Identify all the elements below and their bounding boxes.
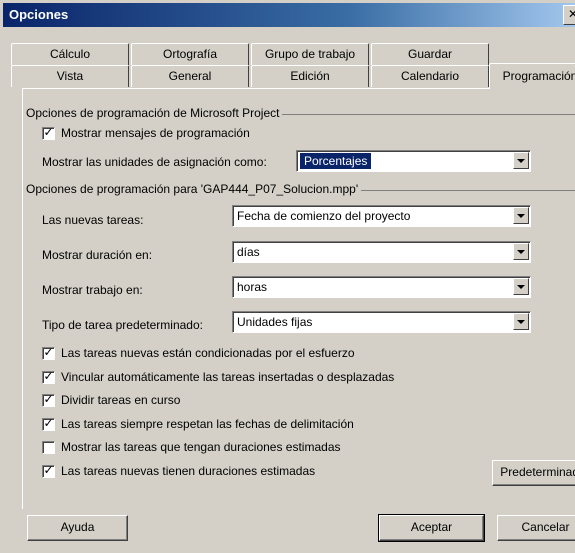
check-mark-icon: ✓: [43, 345, 54, 359]
task-type-label: Tipo de tarea predeterminado:: [42, 318, 203, 332]
show-messages-checkbox[interactable]: ✓: [42, 125, 55, 140]
chevron-down-icon[interactable]: [513, 152, 529, 169]
help-button[interactable]: Ayuda: [27, 515, 128, 541]
units-label: Mostrar las unidades de asignación como:: [42, 155, 267, 169]
effort-driven-checkbox[interactable]: ✓: [42, 345, 55, 360]
ok-button[interactable]: Aceptar: [378, 514, 485, 542]
tab-calendario[interactable]: Calendario: [371, 65, 489, 87]
autolink-label: Vincular automáticamente las tareas inse…: [61, 370, 395, 384]
chevron-down-icon[interactable]: [513, 313, 529, 330]
split-tasks-label: Dividir tareas en curso: [61, 393, 181, 407]
check-mark-icon: ✓: [43, 392, 54, 406]
honor-constraints-checkbox[interactable]: ✓: [42, 416, 55, 431]
new-tasks-label: Las nuevas tareas:: [42, 213, 144, 227]
options-dialog: Opciones ✕ Cálculo Ortografía Grupo de t…: [0, 0, 575, 553]
chevron-down-icon[interactable]: [513, 207, 529, 224]
window-title: Opciones: [9, 7, 69, 22]
autolink-checkbox[interactable]: ✓: [42, 369, 55, 384]
title-bar: Opciones ✕: [3, 3, 575, 27]
group2-legend: Opciones de programación para 'GAP444_P0…: [24, 182, 362, 196]
new-estimated-checkbox[interactable]: ✓: [42, 463, 55, 478]
show-messages-label: Mostrar mensajes de programación: [61, 126, 250, 140]
tab-calculo[interactable]: Cálculo: [11, 43, 129, 65]
check-mark-icon: ✓: [43, 416, 54, 430]
check-mark-icon: ✓: [43, 463, 54, 477]
split-tasks-checkbox[interactable]: ✓: [42, 392, 55, 407]
work-label: Mostrar trabajo en:: [42, 283, 143, 297]
tab-grupo-de-trabajo[interactable]: Grupo de trabajo: [251, 43, 369, 65]
tab-ortografia[interactable]: Ortografía: [131, 43, 249, 65]
honor-constraints-label: Las tareas siempre respetan las fechas d…: [61, 417, 354, 431]
close-icon[interactable]: ✕: [563, 5, 575, 25]
units-select[interactable]: Porcentajes: [296, 150, 531, 172]
new-estimated-label: Las tareas nuevas tienen duraciones esti…: [61, 464, 316, 478]
chevron-down-icon[interactable]: [513, 278, 529, 295]
duration-select[interactable]: días: [232, 241, 531, 263]
show-estimated-label: Mostrar las tareas que tengan duraciones…: [61, 440, 341, 454]
tab-guardar[interactable]: Guardar: [371, 43, 489, 65]
check-mark-icon: ✓: [43, 369, 54, 383]
tab-edicion[interactable]: Edición: [251, 65, 369, 87]
work-select[interactable]: horas: [232, 276, 531, 298]
show-estimated-checkbox[interactable]: [42, 441, 55, 454]
tab-general[interactable]: General: [131, 65, 249, 87]
cancel-button[interactable]: Cancelar: [497, 515, 575, 541]
group1-legend: Opciones de programación de Microsoft Pr…: [24, 106, 283, 120]
tab-programacion[interactable]: Programación: [489, 63, 575, 89]
effort-driven-label: Las tareas nuevas están condicionadas po…: [61, 346, 355, 360]
task-type-select[interactable]: Unidades fijas: [232, 311, 531, 333]
check-mark-icon: ✓: [43, 125, 54, 139]
new-tasks-select[interactable]: Fecha de comienzo del proyecto: [232, 205, 531, 227]
duration-label: Mostrar duración en:: [42, 248, 153, 262]
chevron-down-icon[interactable]: [513, 243, 529, 260]
tab-vista[interactable]: Vista: [11, 65, 129, 87]
defaults-button[interactable]: Predeterminado: [492, 460, 575, 486]
